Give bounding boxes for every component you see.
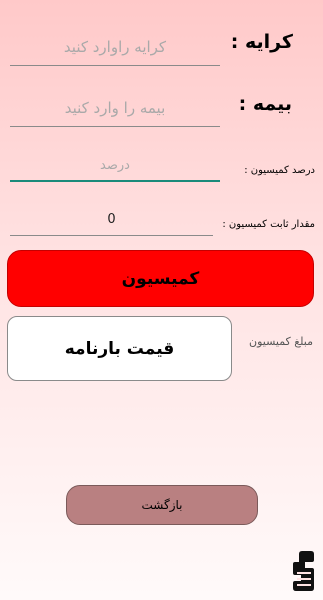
commission-amount-label: مبلغ کمیسیون	[248, 335, 313, 348]
commission-fixed-label: مقدار ثابت کمیسیون :	[222, 219, 315, 230]
commission-calculator-screen: کرایه : بیمه : درصد کمیسیون : مقدار ثابت…	[0, 0, 323, 600]
back-button[interactable]: بازگشت	[66, 485, 258, 525]
insurance-label: بیمه :	[238, 93, 292, 115]
commission-percent-label: درصد کمیسیون :	[244, 165, 315, 176]
app-logo-icon	[293, 551, 314, 591]
commission-fixed-input[interactable]	[10, 204, 213, 236]
commission-percent-input[interactable]	[10, 150, 220, 182]
insurance-input[interactable]	[10, 89, 220, 127]
commission-button[interactable]: کمیسیون	[7, 250, 314, 307]
rent-label: کرایه :	[230, 31, 293, 53]
rent-input[interactable]	[10, 28, 220, 66]
waybill-price-output: قیمت بارنامه	[7, 316, 232, 381]
